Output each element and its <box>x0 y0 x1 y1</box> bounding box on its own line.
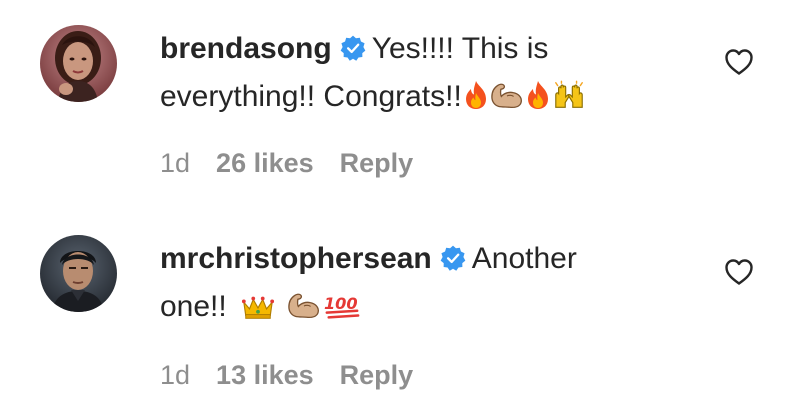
hundred-points-emoji <box>323 288 361 333</box>
like-heart-icon[interactable] <box>724 48 754 76</box>
raising-hands-emoji <box>552 78 586 123</box>
fire-emoji <box>526 78 550 123</box>
comment-text: mrchristophersean Another one!! <box>160 236 680 333</box>
comment-text: brendasong Yes!!!! This is everything!! C… <box>160 26 680 123</box>
fire-emoji <box>464 78 488 123</box>
comment-text-line2: everything!! Congrats!! <box>160 80 462 113</box>
avatar-image <box>40 25 117 102</box>
username[interactable]: brendasong <box>160 32 332 65</box>
likes-count[interactable]: 13 likes <box>216 360 314 391</box>
crown-emoji <box>241 288 275 333</box>
comment-meta: 1d 26 likes Reply <box>160 148 439 179</box>
comment-text-line2: one!! <box>160 290 227 323</box>
reply-button[interactable]: Reply <box>340 360 414 391</box>
comment-item: mrchristophersean Another one!! 1d 13 lik… <box>0 212 800 408</box>
like-heart-icon[interactable] <box>724 258 754 286</box>
avatar[interactable] <box>40 235 117 312</box>
comment-item: brendasong Yes!!!! This is everything!! C… <box>0 0 800 204</box>
verified-badge-icon <box>440 239 466 284</box>
comment-text-line1: Another <box>471 242 577 275</box>
verified-badge-icon <box>340 29 366 74</box>
flexed-biceps-emoji <box>490 78 524 123</box>
timestamp[interactable]: 1d <box>160 360 190 391</box>
username[interactable]: mrchristophersean <box>160 242 432 275</box>
comment-meta: 1d 13 likes Reply <box>160 360 439 391</box>
reply-button[interactable]: Reply <box>340 148 414 179</box>
avatar[interactable] <box>40 25 117 102</box>
likes-count[interactable]: 26 likes <box>216 148 314 179</box>
avatar-image <box>40 235 117 312</box>
timestamp[interactable]: 1d <box>160 148 190 179</box>
flexed-biceps-emoji <box>287 288 321 333</box>
comment-text-line1: Yes!!!! This is <box>371 32 549 65</box>
